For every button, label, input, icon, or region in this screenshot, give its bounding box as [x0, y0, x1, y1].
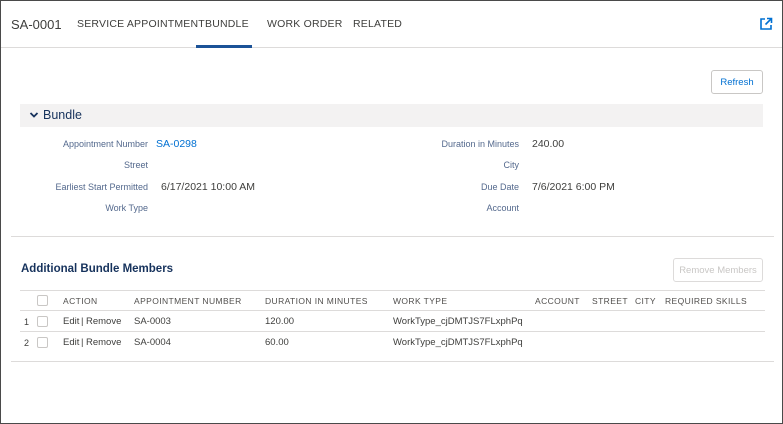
- work-type-label: Work Type: [105, 203, 148, 213]
- table-top-border: [20, 290, 765, 291]
- refresh-button[interactable]: Refresh: [711, 70, 763, 94]
- duration-value: 240.00: [532, 138, 565, 150]
- column-header-city[interactable]: CITY: [635, 296, 656, 306]
- additional-members-title: Additional Bundle Members: [21, 263, 174, 275]
- city-label: City: [503, 160, 520, 170]
- street-label: Street: [123, 160, 148, 170]
- column-header-account[interactable]: ACCOUNT: [535, 296, 580, 306]
- row-checkbox[interactable]: [37, 316, 48, 327]
- remove-link[interactable]: Remove: [86, 316, 121, 327]
- appointment-number-label: Appointment Number: [62, 139, 148, 149]
- appointment-link[interactable]: SA-0003: [134, 316, 171, 327]
- earliest-start-label: Earliest Start Permitted: [55, 182, 148, 192]
- column-header-work-type[interactable]: WORK TYPE: [393, 296, 447, 306]
- work-type-link[interactable]: WorkType_cjDMTJS7FLxphPq: [393, 337, 523, 348]
- account-label: Account: [486, 203, 519, 213]
- chevron-down-icon: [29, 112, 39, 118]
- section-title: Bundle: [43, 108, 82, 122]
- edit-link[interactable]: Edit: [63, 316, 79, 327]
- section-divider: [11, 236, 774, 237]
- bottom-divider: [11, 361, 774, 362]
- active-tab-indicator: [196, 45, 252, 48]
- row-divider: [20, 331, 765, 332]
- duration-cell: 60.00: [265, 337, 289, 348]
- appointment-number-link[interactable]: SA-0298: [156, 138, 197, 150]
- bundle-section-header[interactable]: Bundle: [20, 104, 763, 127]
- select-all-checkbox[interactable]: [37, 295, 48, 306]
- due-date-value: 7/6/2021 6:00 PM: [532, 181, 615, 193]
- column-header-action: ACTION: [63, 296, 98, 306]
- remove-link[interactable]: Remove: [86, 337, 121, 348]
- tab-service-appointment[interactable]: SERVICE APPOINTMENT: [77, 18, 205, 30]
- table-header-border: [20, 310, 765, 311]
- column-header-street[interactable]: STREET: [592, 296, 628, 306]
- row-number: 2: [24, 338, 30, 348]
- tab-bundle[interactable]: BUNDLE: [205, 18, 249, 30]
- duration-cell: 120.00: [265, 316, 295, 327]
- record-id: SA-0001: [11, 17, 62, 32]
- appointment-link[interactable]: SA-0004: [134, 337, 171, 348]
- row-number: 1: [24, 317, 30, 327]
- edit-link[interactable]: Edit: [63, 337, 79, 348]
- remove-members-button[interactable]: Remove Members: [673, 258, 763, 282]
- work-type-link[interactable]: WorkType_cjDMTJS7FLxphPq: [393, 316, 523, 327]
- row-checkbox[interactable]: [37, 337, 48, 348]
- tab-related[interactable]: RELATED: [353, 18, 402, 30]
- action-separator: |: [81, 316, 84, 327]
- column-header-required-skills[interactable]: REQUIRED SKILLS: [665, 296, 747, 306]
- app-frame: SA-0001 SERVICE APPOINTMENT BUNDLE WORK …: [0, 0, 783, 424]
- column-header-appointment-number[interactable]: APPOINTMENT NUMBER: [134, 296, 242, 306]
- column-header-duration[interactable]: DURATION IN MINUTES: [265, 296, 368, 306]
- earliest-start-value: 6/17/2021 10:00 AM: [161, 181, 255, 193]
- tab-bar: SA-0001 SERVICE APPOINTMENT BUNDLE WORK …: [1, 1, 782, 48]
- duration-label: Duration in Minutes: [441, 139, 519, 149]
- tab-work-order[interactable]: WORK ORDER: [267, 18, 343, 30]
- external-link-icon[interactable]: [759, 17, 773, 31]
- action-separator: |: [81, 337, 84, 348]
- due-date-label: Due Date: [480, 182, 519, 192]
